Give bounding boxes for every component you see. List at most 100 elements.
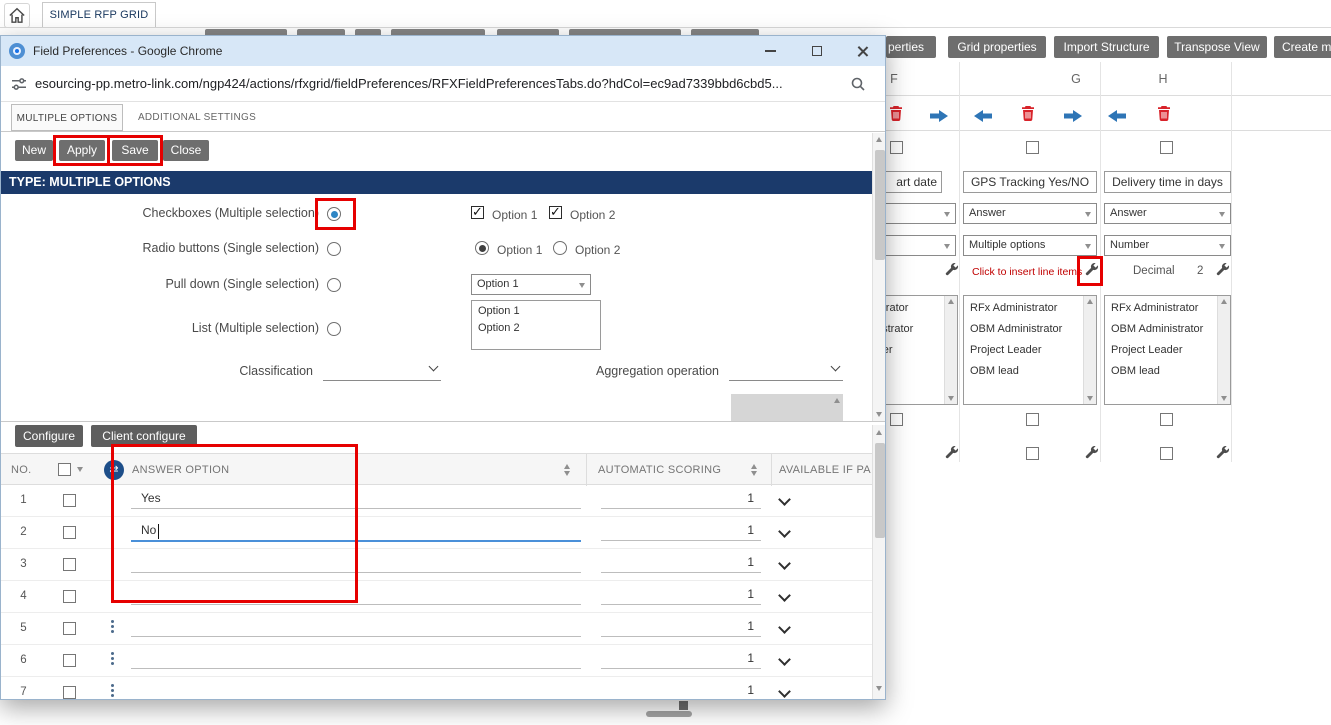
field-name-input[interactable]: GPS Tracking Yes/NO [963, 171, 1097, 193]
transpose-view-button[interactable]: Transpose View [1167, 36, 1267, 58]
grid-checkbox[interactable] [1160, 447, 1173, 460]
scroll-up-icon[interactable] [876, 137, 882, 142]
field-preferences-wrench-icon[interactable] [1084, 262, 1099, 277]
grid-checkbox[interactable] [890, 141, 903, 154]
window-titlebar[interactable]: Field Preferences - Google Chrome [1, 36, 885, 66]
list-item[interactable]: Option 1 [472, 303, 520, 320]
sort-icon[interactable] [751, 464, 757, 476]
row-options-chevron[interactable] [778, 589, 791, 602]
scroll-up-icon[interactable] [834, 398, 840, 403]
listbox-scrollbar[interactable] [1083, 296, 1096, 404]
tab-additional-settings[interactable]: ADDITIONAL SETTINGS [135, 104, 259, 131]
url-text[interactable]: esourcing-pp.metro-link.com/ngp424/actio… [35, 66, 835, 102]
checkboxes-radio[interactable] [327, 207, 341, 221]
field-preferences-wrench-icon[interactable] [944, 262, 959, 277]
field-preferences-wrench-icon[interactable] [1084, 445, 1099, 460]
field-subtype-select[interactable]: Multiple options [963, 235, 1097, 256]
scrollbar-thumb[interactable] [875, 443, 885, 538]
save-button[interactable]: Save [112, 140, 158, 161]
row-checkbox[interactable] [63, 622, 76, 635]
option1-radio[interactable] [475, 241, 489, 255]
list-item[interactable]: Project Leader [964, 340, 1062, 361]
move-column-left-icon[interactable] [974, 110, 992, 122]
roles-listbox[interactable]: RFx Administrator OBM Administrator Proj… [963, 295, 1097, 405]
close-window-button[interactable] [848, 36, 878, 66]
list-item[interactable]: OBM lead [964, 361, 1062, 382]
grid-checkbox[interactable] [1026, 447, 1039, 460]
roles-listbox-partial[interactable]: RFx Administrator OBM Administrator Proj… [876, 295, 958, 405]
scroll-down-icon[interactable] [948, 396, 954, 401]
option2-checkbox[interactable] [549, 204, 562, 220]
score-input[interactable]: 1 [601, 491, 754, 505]
field-type-select[interactable]: Answer [1104, 203, 1231, 224]
listbox-scrollbar[interactable] [944, 296, 957, 404]
page-hscrollbar-thumb[interactable] [646, 711, 692, 717]
move-column-left-icon[interactable] [1108, 110, 1126, 122]
home-button[interactable] [4, 3, 30, 28]
import-structure-button[interactable]: Import Structure [1054, 36, 1159, 58]
column-properties-button-partial[interactable]: perties [886, 36, 936, 58]
score-input[interactable]: 1 [601, 683, 754, 697]
score-input[interactable]: 1 [601, 651, 754, 665]
delete-column-icon[interactable] [1020, 105, 1036, 121]
grid-checkbox[interactable] [890, 413, 903, 426]
row-options-chevron[interactable] [778, 525, 791, 538]
col-header-available-if[interactable]: AVAILABLE IF PAR [779, 454, 871, 486]
row-checkbox[interactable] [63, 526, 76, 539]
scroll-up-icon[interactable] [876, 430, 882, 435]
answer-input[interactable]: Yes [141, 491, 161, 505]
field-subtype-select[interactable]: Number [1104, 235, 1231, 256]
list-item[interactable]: Option 2 [472, 320, 520, 337]
radio-buttons-radio[interactable] [327, 242, 341, 256]
move-column-right-icon[interactable] [1064, 110, 1082, 122]
sort-icon[interactable] [564, 464, 570, 476]
page-scroll-handle[interactable] [679, 701, 688, 710]
grid-checkbox[interactable] [1160, 141, 1173, 154]
score-input[interactable]: 1 [601, 587, 754, 601]
scroll-up-icon[interactable] [1221, 299, 1227, 304]
row-drag-handle-icon[interactable] [111, 652, 114, 665]
apply-button[interactable]: Apply [59, 140, 105, 161]
delete-column-icon[interactable] [888, 105, 904, 121]
pulldown-select[interactable]: Option 1 [471, 274, 591, 295]
client-configure-button[interactable]: Client configure [91, 425, 197, 447]
classification-dropdown[interactable] [323, 359, 441, 381]
listbox-scrollbar[interactable] [1217, 296, 1230, 404]
row-options-chevron[interactable] [778, 685, 791, 698]
grid-checkbox[interactable] [1026, 141, 1039, 154]
list-item[interactable]: Project Leader [1105, 340, 1203, 361]
col-header-no[interactable]: NO. [11, 454, 31, 486]
pulldown-radio[interactable] [327, 278, 341, 292]
col-header-automatic-scoring[interactable]: AUTOMATIC SCORING [598, 454, 721, 486]
aggregation-dropdown[interactable] [729, 359, 843, 381]
list-item[interactable]: RFx Administrator [964, 298, 1062, 319]
grid-checkbox[interactable] [1160, 413, 1173, 426]
move-column-right-icon[interactable] [930, 110, 948, 122]
list-item[interactable]: RFx Administrator [1105, 298, 1203, 319]
row-checkbox[interactable] [63, 590, 76, 603]
row-drag-handle-icon[interactable] [111, 620, 114, 633]
scroll-down-icon[interactable] [876, 412, 882, 417]
score-input[interactable]: 1 [601, 523, 754, 537]
close-button[interactable]: Close [163, 140, 209, 161]
select-all-checkbox[interactable] [58, 463, 71, 476]
zoom-icon[interactable] [850, 76, 866, 92]
field-subtype-select-partial[interactable] [876, 235, 956, 256]
score-input[interactable]: 1 [601, 555, 754, 569]
list-item[interactable]: OBM lead [1105, 361, 1203, 382]
tab-simple-rfp-grid[interactable]: SIMPLE RFP GRID [42, 2, 156, 27]
table-scrollbar[interactable] [872, 425, 885, 699]
row-checkbox[interactable] [63, 558, 76, 571]
scroll-up-icon[interactable] [1087, 299, 1093, 304]
option1-checkbox[interactable] [471, 204, 484, 220]
maximize-button[interactable] [802, 36, 832, 66]
minimize-button[interactable] [755, 36, 785, 66]
roles-listbox[interactable]: RFx Administrator OBM Administrator Proj… [1104, 295, 1231, 405]
row-checkbox[interactable] [63, 686, 76, 699]
row-checkbox[interactable] [63, 654, 76, 667]
create-button-partial[interactable]: Create m [1274, 36, 1331, 58]
col-header-answer-option[interactable]: ANSWER OPTION [132, 454, 229, 486]
row-checkbox[interactable] [63, 494, 76, 507]
list-item[interactable]: OBM Administrator [1105, 319, 1203, 340]
row-options-chevron[interactable] [778, 557, 791, 570]
